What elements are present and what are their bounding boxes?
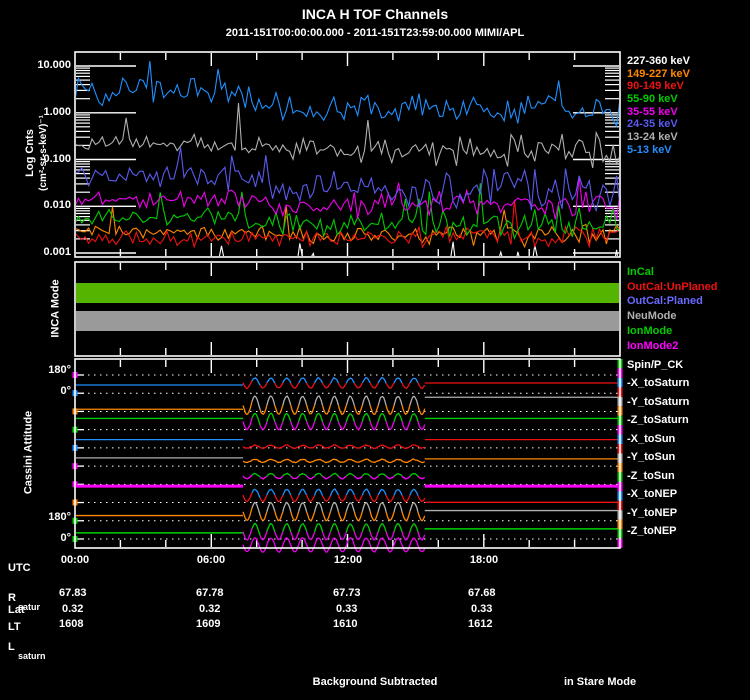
table-cell-lt-1: 1608 — [59, 618, 84, 630]
legend-att-z-nep: -Z_toNEP — [627, 525, 677, 537]
p1-yaxis-label-line1: Log Cnts — [24, 129, 36, 177]
table-row-label-lat: Lat — [8, 604, 25, 616]
legend-energy-90-149: 90-149 keV — [627, 80, 684, 92]
legend-att-spin: Spin/P_CK — [627, 359, 684, 371]
legend-att-x-saturn: -X_toSaturn — [627, 377, 690, 389]
legend-att-z-sun: -Z_toSun — [627, 470, 675, 482]
table-cell-r-2: 67.78 — [196, 587, 224, 599]
legend-att-x-sun: -X_toSun — [627, 433, 676, 445]
utc-tick-1200: 12:00 — [333, 554, 363, 566]
p1-yaxis-label: Log Cnts (cm²-sr-s-keV)⁻¹ — [24, 53, 50, 253]
legend-att-y-saturn: -Y_toSaturn — [627, 396, 690, 408]
legend-energy-5-13: 5-13 keV — [627, 144, 672, 156]
p3-ytick-180-top: 180° — [48, 364, 71, 376]
legend-mode-outcal-unplaned: OutCal:UnPlaned — [627, 281, 718, 293]
table-cell-lt-3: 1610 — [333, 618, 358, 630]
utc-tick-1800: 18:00 — [469, 554, 499, 566]
legend-mode-incal: InCal — [627, 266, 654, 278]
legend-mode-ionmode2: IonMode2 — [627, 340, 679, 352]
legend-mode-outcal-planed: OutCal:Planed — [627, 295, 703, 307]
legend-energy-227-360: 227-360 keV — [627, 55, 690, 67]
table-cell-r-3: 67.73 — [333, 587, 361, 599]
utc-tick-0600: 06:00 — [196, 554, 226, 566]
legend-energy-13-24: 13-24 keV — [627, 131, 678, 143]
table-row-label-l: L — [8, 641, 15, 653]
legend-energy-35-55: 35-55 keV — [627, 106, 678, 118]
legend-mode-ionmode: IonMode — [627, 325, 673, 337]
table-cell-lat-1: 0.32 — [62, 603, 84, 615]
plot-page: INCA H TOF Channels 2011-151T00:00:00.00… — [0, 0, 750, 700]
table-row-label-lt: LT — [8, 621, 21, 633]
utc-axis-label: UTC — [8, 562, 31, 574]
table-cell-r-4: 67.68 — [468, 587, 496, 599]
footer-background-subtracted: Background Subtracted — [312, 676, 438, 688]
legend-energy-55-90: 55-90 keV — [627, 93, 678, 105]
legend-mode-neumode: NeuMode — [627, 310, 677, 322]
legend-att-z-saturn: -Z_toSaturn — [627, 414, 689, 426]
table-cell-lat-3: 0.33 — [336, 603, 358, 615]
table-row-sublabel-l: saturn — [18, 651, 46, 661]
page-title: INCA H TOF Channels — [301, 6, 449, 22]
legend-energy-24-35: 24-35 keV — [627, 118, 678, 130]
table-cell-r-1: 67.83 — [59, 587, 87, 599]
page-subtitle: 2011-151T00:00:00.000 - 2011-151T23:59:0… — [225, 27, 525, 39]
table-cell-lt-2: 1609 — [196, 618, 221, 630]
p3-ytick-0-bot: 0° — [60, 532, 71, 544]
footer-stare-mode: in Stare Mode — [563, 676, 637, 688]
table-cell-lat-2: 0.32 — [199, 603, 221, 615]
utc-tick-0000: 00:00 — [60, 554, 90, 566]
p2-axis-label: INCA Mode — [49, 279, 62, 338]
table-cell-lt-4: 1612 — [468, 618, 493, 630]
p3-ytick-0-top: 0° — [60, 385, 71, 397]
legend-att-x-nep: -X_toNEP — [627, 488, 678, 500]
table-cell-lat-4: 0.33 — [471, 603, 493, 615]
legend-energy-149-227: 149-227 keV — [627, 68, 690, 80]
p3-ytick-180-bot: 180° — [48, 511, 71, 523]
legend-att-y-sun: -Y_toSun — [627, 451, 676, 463]
legend-att-y-nep: -Y_toNEP — [627, 507, 678, 519]
p1-yaxis-label-line2: (cm²-sr-s-keV)⁻¹ — [38, 115, 49, 191]
